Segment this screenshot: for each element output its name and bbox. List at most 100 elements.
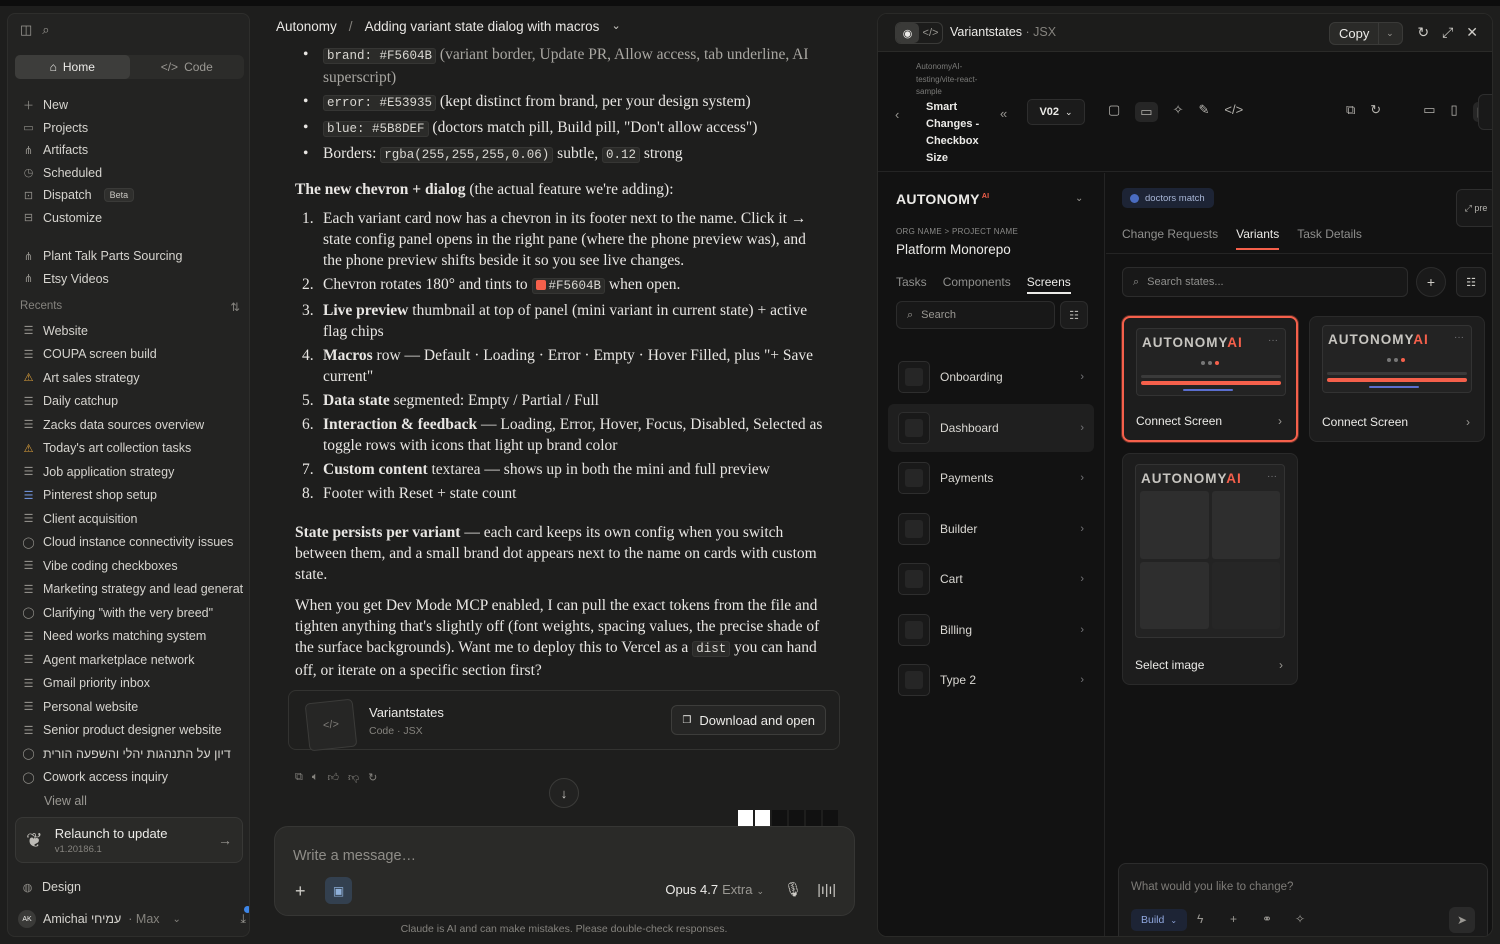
- chevron-down-icon[interactable]: ⌄: [611, 19, 620, 34]
- refresh-icon[interactable]: ↻: [1370, 102, 1381, 122]
- screen-item[interactable]: Dashboard ›: [888, 403, 1094, 452]
- thumbs-up-icon[interactable]: 👍︎: [327, 771, 339, 784]
- chevron-right-icon[interactable]: ›: [1466, 415, 1470, 429]
- recent-item[interactable]: ⚠ Today's art collection tasks: [18, 437, 243, 461]
- screen-search-input[interactable]: ⌕ Search: [896, 301, 1055, 329]
- user-menu[interactable]: AK Amichai עמיחי · Max ⌄ ⤓: [18, 905, 249, 928]
- recent-item[interactable]: ☰ Senior product designer website: [18, 719, 243, 743]
- relaunch-update-button[interactable]: ❦ Relaunch to update v1.20186.1 →: [15, 817, 243, 863]
- message-input[interactable]: Write a message…: [293, 848, 416, 864]
- screen-item[interactable]: Cart ›: [888, 555, 1094, 603]
- download-icon[interactable]: ⤓: [240, 905, 249, 927]
- more-icon[interactable]: ···: [1268, 335, 1278, 346]
- view-all-link[interactable]: View all: [18, 789, 243, 813]
- thumbs-down-icon[interactable]: 👎︎: [348, 771, 359, 784]
- conversation-title[interactable]: Adding variant state dialog with macros: [365, 19, 600, 34]
- recent-item[interactable]: ☰ Pinterest shop setup: [18, 484, 243, 508]
- recent-item[interactable]: ☰ Agent marketplace network: [18, 648, 243, 672]
- build-mode-select[interactable]: Build ⌄: [1131, 909, 1188, 931]
- filter-button[interactable]: ☷: [1456, 267, 1486, 297]
- chevron-right-icon[interactable]: ›: [1278, 414, 1282, 428]
- tablet-icon[interactable]: ▯: [1451, 102, 1458, 122]
- refresh-icon[interactable]: ↻: [1417, 24, 1429, 41]
- more-icon[interactable]: ···: [1267, 471, 1277, 482]
- microphone-icon[interactable]: 🎙︎: [784, 881, 802, 898]
- search-icon[interactable]: ⌕: [42, 22, 49, 38]
- retry-icon[interactable]: ↻: [368, 771, 377, 784]
- recent-item[interactable]: ☰ Daily catchup: [18, 390, 243, 414]
- nav-artifacts[interactable]: ⋔ Artifacts: [18, 139, 243, 162]
- pinned-item[interactable]: ⋔ Etsy Videos: [18, 268, 243, 291]
- close-icon[interactable]: ✕: [1466, 24, 1478, 41]
- recent-item[interactable]: ◯ Clarifying "with the very breed": [18, 601, 243, 625]
- add-attachment-icon[interactable]: +: [295, 881, 306, 902]
- expand-icon[interactable]: ⤢: [1442, 24, 1453, 41]
- recent-item[interactable]: ☰ Client acquisition: [18, 507, 243, 531]
- artifact-card[interactable]: </> Variantstates Code · JSX ❒ Download a…: [288, 690, 840, 752]
- nav-projects[interactable]: ▭ Projects: [18, 117, 243, 140]
- pinned-item[interactable]: ⋔ Plant Talk Parts Sourcing: [18, 245, 243, 268]
- desktop-icon[interactable]: ▭: [1423, 102, 1435, 122]
- send-button[interactable]: ➤: [1449, 907, 1475, 933]
- prompt-input[interactable]: What would you like to change?: [1131, 881, 1293, 893]
- recent-item[interactable]: ⚠ Art sales strategy: [18, 366, 243, 390]
- collapse-left-icon[interactable]: «: [1000, 106, 1007, 121]
- plus-icon[interactable]: +: [1230, 912, 1237, 926]
- tab-variants[interactable]: Variants: [1236, 227, 1280, 250]
- sidebar-toggle-icon[interactable]: ◫: [20, 22, 32, 38]
- screen-item[interactable]: Payments ›: [888, 454, 1094, 502]
- download-open-button[interactable]: ❒ Download and open: [671, 705, 826, 735]
- variant-card[interactable]: AUTONOMYAI ··· Connect Screen ›: [1309, 316, 1485, 442]
- recent-item[interactable]: ◯ Cloud instance connectivity issues: [18, 531, 243, 555]
- recent-item[interactable]: ☰ Personal website: [18, 695, 243, 719]
- preview-side-button[interactable]: ⤢ pre: [1456, 189, 1492, 227]
- eye-icon[interactable]: ◉: [896, 23, 919, 43]
- chevron-right-icon[interactable]: ›: [1279, 658, 1283, 672]
- chevron-down-icon[interactable]: ⌄: [1378, 23, 1400, 44]
- pencil-icon[interactable]: ✎: [1199, 102, 1210, 122]
- recent-item[interactable]: ☰ Need works matching system: [18, 625, 243, 649]
- recent-item[interactable]: ◯ Cowork access inquiry: [18, 766, 243, 790]
- recent-item[interactable]: ☰ COUPA screen build: [18, 343, 243, 367]
- nav-customize[interactable]: ⊟ Customize: [18, 207, 243, 230]
- nav-scheduled[interactable]: ◷ Scheduled: [18, 162, 243, 185]
- scroll-down-button[interactable]: ↓: [549, 778, 579, 808]
- tab-components[interactable]: Components: [943, 275, 1011, 294]
- more-icon[interactable]: ···: [1454, 332, 1464, 343]
- project-tool-icon[interactable]: ▣: [325, 877, 352, 904]
- code-tab[interactable]: </> Code: [130, 55, 245, 79]
- copy-icon[interactable]: ⧉: [295, 771, 303, 784]
- sparkle-icon[interactable]: ✧: [1173, 102, 1184, 122]
- recent-item[interactable]: ☰ Website: [18, 319, 243, 343]
- filter-button[interactable]: ☷: [1060, 301, 1088, 329]
- nav-dispatch[interactable]: ⊡ Dispatch Beta: [18, 184, 243, 207]
- model-selector[interactable]: Opus 4.7 Extra ⌄: [665, 882, 764, 897]
- screen-item[interactable]: Onboarding ›: [888, 353, 1094, 401]
- tab-tasks[interactable]: Tasks: [896, 275, 927, 294]
- recent-item[interactable]: ☰ Zacks data sources overview: [18, 413, 243, 437]
- speaker-icon[interactable]: 🔈︎: [312, 771, 319, 784]
- tab-task-details[interactable]: Task Details: [1297, 227, 1362, 250]
- nav-new[interactable]: ＋ New: [18, 94, 243, 117]
- screen-item[interactable]: Type 2 ›: [888, 656, 1094, 704]
- recent-item[interactable]: ☰ Gmail priority inbox: [18, 672, 243, 696]
- variant-card[interactable]: AUTONOMYAI ··· Select image ›: [1122, 453, 1298, 685]
- lightning-icon[interactable]: ϟ: [1197, 912, 1203, 926]
- add-state-button[interactable]: +: [1416, 267, 1446, 297]
- sort-icon[interactable]: ⇅: [230, 300, 240, 314]
- state-search-input[interactable]: ⌕ Search states...: [1122, 267, 1408, 297]
- tab-screens[interactable]: Screens: [1026, 275, 1071, 294]
- breadcrumb-project[interactable]: Autonomy: [276, 19, 337, 34]
- screen-item[interactable]: Billing ›: [888, 606, 1094, 654]
- chevron-down-icon[interactable]: ⌄: [1075, 193, 1083, 204]
- tab-change-requests[interactable]: Change Requests: [1122, 227, 1218, 250]
- code-icon[interactable]: </>: [1224, 102, 1243, 122]
- link-icon[interactable]: ⚭: [1262, 912, 1272, 926]
- version-select[interactable]: V02 ⌄: [1027, 99, 1085, 125]
- copy-button[interactable]: Copy ⌄: [1329, 22, 1403, 45]
- recent-item[interactable]: ☰ Job application strategy: [18, 460, 243, 484]
- home-tab[interactable]: ⌂ Home: [15, 55, 130, 79]
- external-link-icon[interactable]: ⧉: [1346, 102, 1355, 122]
- design-link[interactable]: ◍ Design: [21, 880, 81, 894]
- comment-icon[interactable]: ▢: [1108, 102, 1120, 122]
